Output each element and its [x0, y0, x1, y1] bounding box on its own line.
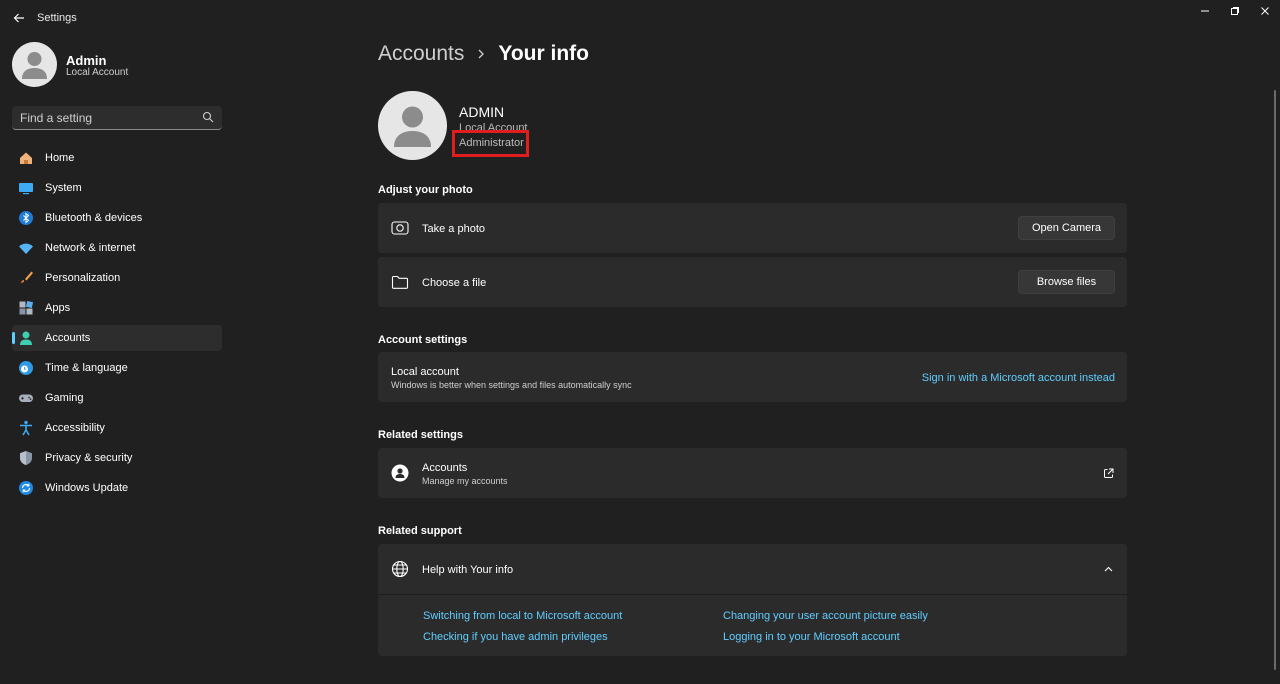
sidebar-item-label: Accessibility	[45, 422, 105, 434]
scrollbar-thumb[interactable]	[1274, 90, 1276, 670]
apps-icon	[19, 300, 34, 315]
folder-icon	[391, 275, 409, 289]
profile-account-type: Local Account	[66, 67, 129, 78]
close-button[interactable]	[1250, 0, 1280, 22]
user-avatar-icon	[22, 52, 47, 79]
take-photo-card: Take a photo Open Camera	[378, 203, 1127, 253]
brush-icon	[19, 271, 33, 284]
sidebar-item-home[interactable]: Home	[12, 145, 222, 171]
sidebar-item-label: Time & language	[45, 362, 128, 374]
app-title: Settings	[37, 12, 77, 24]
title-bar: Settings	[0, 0, 1280, 36]
avatar	[378, 91, 447, 160]
sidebar-item-privacy-security[interactable]: Privacy & security	[12, 445, 222, 471]
avatar	[12, 42, 57, 87]
profile-name: Admin	[66, 53, 107, 68]
sidebar-item-gaming[interactable]: Gaming	[12, 385, 222, 411]
bluetooth-icon	[19, 211, 33, 225]
sidebar-item-label: Accounts	[45, 332, 91, 344]
globe-icon	[391, 560, 409, 578]
highlight-box	[452, 130, 529, 157]
breadcrumb-parent[interactable]: Accounts	[378, 42, 464, 66]
minimize-icon	[1201, 10, 1209, 12]
sidebar-item-accessibility[interactable]: Accessibility	[12, 415, 222, 441]
sidebar-item-network[interactable]: Network & internet	[12, 235, 222, 261]
accounts-link-label: Accounts	[422, 462, 468, 474]
update-icon	[19, 481, 33, 495]
home-icon	[20, 152, 32, 164]
sidebar-item-personalization[interactable]: Personalization	[12, 265, 222, 291]
chevron-up-icon	[1104, 566, 1113, 572]
choose-file-label: Choose a file	[422, 277, 487, 289]
help-expander-header[interactable]: Help with Your info	[378, 544, 1127, 594]
wifi-icon	[19, 243, 33, 254]
sidebar-item-bluetooth[interactable]: Bluetooth & devices	[12, 205, 222, 231]
user-avatar-icon	[394, 106, 431, 147]
open-camera-button[interactable]: Open Camera	[1018, 216, 1115, 240]
back-arrow-icon	[13, 13, 24, 23]
take-photo-label: Take a photo	[422, 223, 485, 235]
sidebar-item-label: Gaming	[45, 392, 84, 404]
accessibility-icon	[20, 420, 32, 436]
close-icon	[1261, 7, 1269, 15]
search-input[interactable]	[20, 106, 195, 129]
choose-file-card: Choose a file Browse files	[378, 257, 1127, 307]
sidebar-item-label: Personalization	[45, 272, 121, 284]
sidebar-item-accounts[interactable]: Accounts	[12, 325, 222, 351]
globe-clock-icon	[19, 361, 33, 375]
restore-icon	[1231, 7, 1239, 15]
user-name: ADMIN	[459, 104, 505, 120]
sidebar-item-label: Network & internet	[45, 242, 136, 254]
help-your-info-card: Help with Your info Switching from local…	[378, 544, 1127, 656]
sidebar-item-system[interactable]: System	[12, 175, 222, 201]
sidebar-item-label: System	[45, 182, 82, 194]
sidebar-item-label: Privacy & security	[45, 452, 133, 464]
sidebar-item-apps[interactable]: Apps	[12, 295, 222, 321]
sidebar-item-time-language[interactable]: Time & language	[12, 355, 222, 381]
back-button[interactable]	[10, 9, 28, 27]
sidebar-item-windows-update[interactable]: Windows Update	[12, 475, 222, 501]
local-account-card: Local account Windows is better when set…	[378, 352, 1127, 402]
section-title-account-settings: Account settings	[378, 334, 468, 346]
section-title-related-support: Related support	[378, 525, 462, 537]
gamepad-icon	[19, 394, 33, 402]
sidebar-item-label: Bluetooth & devices	[45, 212, 143, 224]
account-circle-icon	[391, 464, 409, 482]
browse-files-button[interactable]: Browse files	[1018, 270, 1115, 294]
search-box	[12, 106, 222, 130]
divider	[378, 594, 1127, 595]
local-account-description: Windows is better when settings and file…	[391, 380, 632, 390]
support-link-change-picture[interactable]: Changing your user account picture easil…	[723, 610, 928, 622]
sidebar-item-label: Apps	[45, 302, 71, 314]
minimize-button[interactable]	[1190, 0, 1220, 22]
section-title-adjust-photo: Adjust your photo	[378, 184, 473, 196]
chevron-right-icon	[478, 49, 485, 59]
local-account-label: Local account	[391, 366, 459, 378]
sidebar-nav: Home System Bluetooth & devices Network …	[12, 145, 222, 505]
search-icon[interactable]	[202, 111, 214, 123]
support-link-switching-account[interactable]: Switching from local to Microsoft accoun…	[423, 610, 622, 622]
sidebar-item-label: Windows Update	[45, 482, 129, 494]
section-title-related-settings: Related settings	[378, 429, 463, 441]
microsoft-signin-link[interactable]: Sign in with a Microsoft account instead	[922, 372, 1115, 384]
restore-button[interactable]	[1220, 0, 1250, 22]
sidebar-item-label: Home	[45, 152, 75, 164]
support-link-microsoft-login[interactable]: Logging in to your Microsoft account	[723, 631, 900, 643]
accounts-link-card[interactable]: Accounts Manage my accounts	[378, 448, 1127, 498]
help-label: Help with Your info	[422, 564, 514, 576]
external-link-icon	[1104, 468, 1114, 478]
monitor-icon	[19, 183, 33, 195]
camera-icon	[391, 221, 409, 235]
page-title: Your info	[498, 42, 589, 65]
account-icon	[20, 331, 32, 345]
support-link-admin-privileges[interactable]: Checking if you have admin privileges	[423, 631, 608, 643]
accounts-link-description: Manage my accounts	[422, 476, 508, 486]
shield-icon	[20, 451, 32, 465]
breadcrumb: Accounts Your info	[378, 42, 589, 66]
